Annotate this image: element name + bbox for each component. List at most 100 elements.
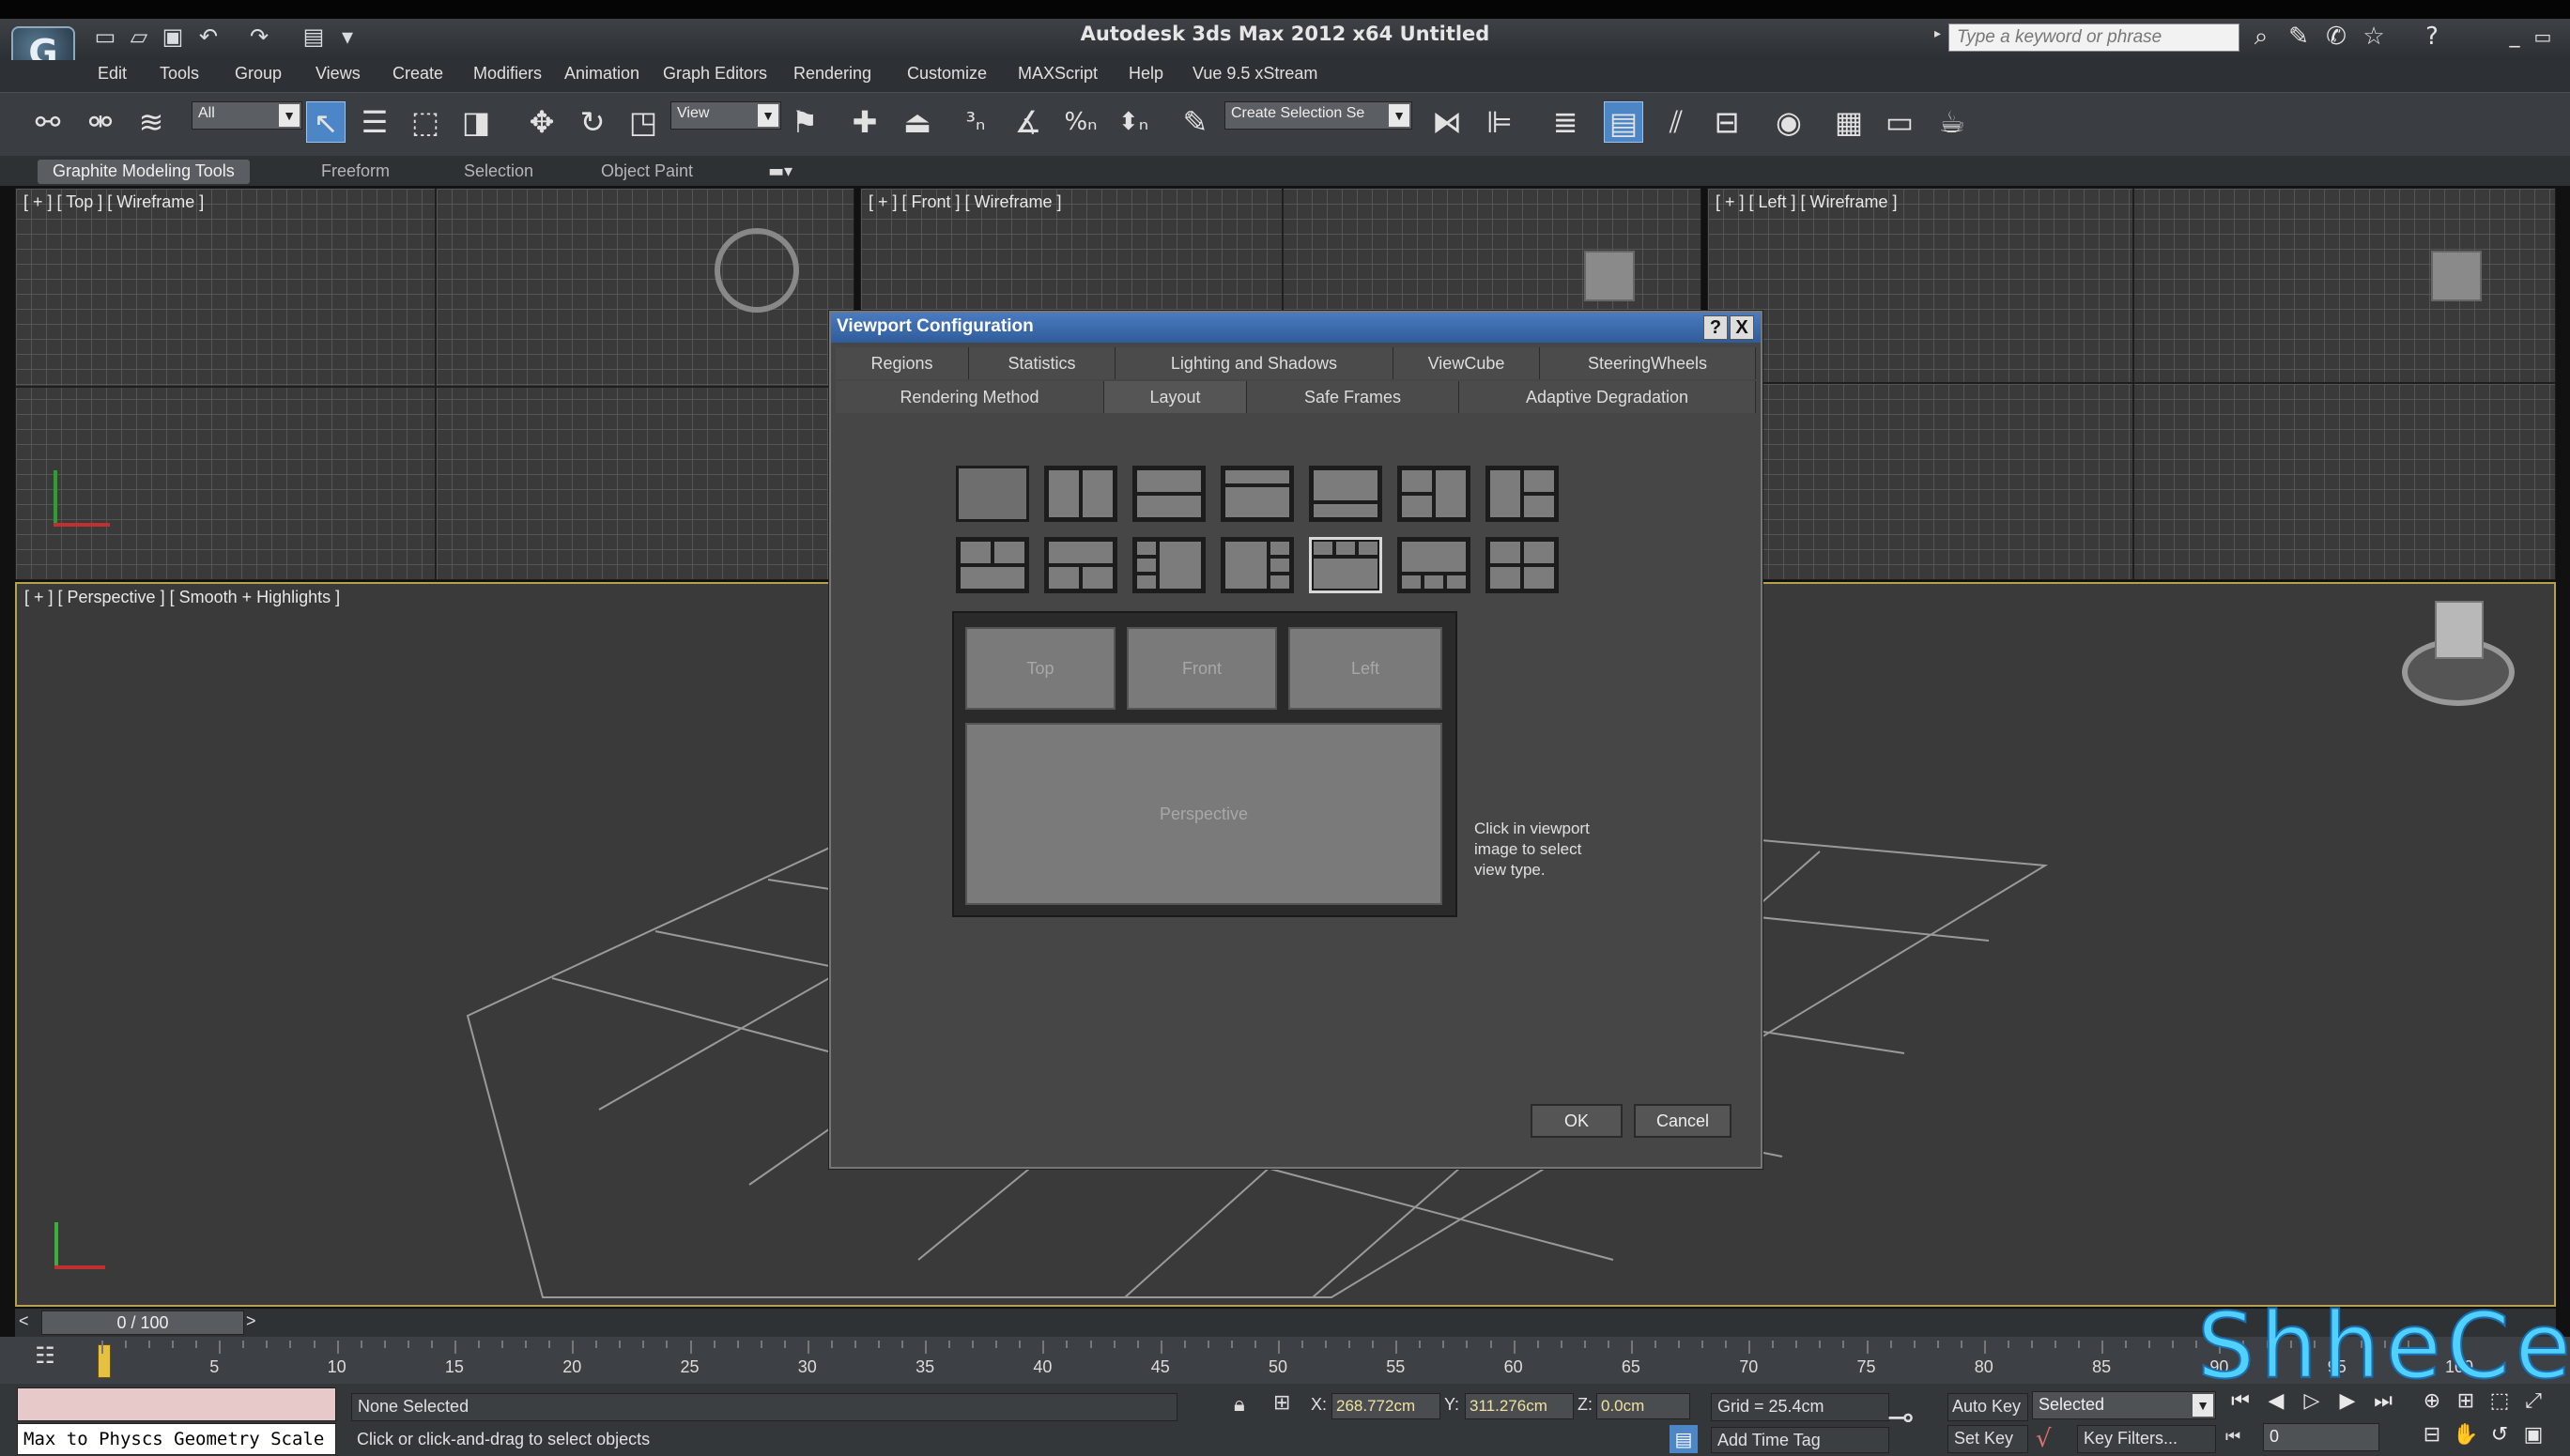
curve-editor-icon[interactable]: ⫽: [1656, 101, 1696, 143]
preview-pane-top[interactable]: Top: [965, 627, 1116, 710]
add-time-tag-button[interactable]: Add Time Tag: [1711, 1427, 1889, 1453]
communication-icon[interactable]: ✆: [2319, 23, 2353, 51]
layout-option[interactable]: [1221, 537, 1294, 593]
select-and-link-icon[interactable]: ⚯: [28, 101, 68, 143]
orbit-icon[interactable]: ↺: [2485, 1421, 2515, 1449]
absolute-mode-icon[interactable]: ⊞: [1273, 1391, 1301, 1418]
tab-rendering-method[interactable]: Rendering Method: [836, 381, 1104, 413]
layout-option[interactable]: [1397, 466, 1470, 522]
y-coordinate-field[interactable]: 311.276cm: [1465, 1393, 1574, 1419]
keyboard-shortcut-override-icon[interactable]: ⏏: [898, 101, 937, 143]
menu-group[interactable]: Group: [235, 64, 282, 84]
tab-lighting-and-shadows[interactable]: Lighting and Shadows: [1116, 347, 1393, 379]
restore-icon[interactable]: ▭: [2526, 23, 2560, 51]
layout-option-selected[interactable]: [1309, 537, 1382, 593]
layout-option[interactable]: [956, 537, 1029, 593]
menu-help[interactable]: Help: [1129, 64, 1163, 84]
tab-graphite-modeling-tools[interactable]: Graphite Modeling Tools: [38, 160, 250, 184]
search-expand-icon[interactable]: ▸: [1934, 26, 1941, 41]
menu-maxscript[interactable]: MAXScript: [1018, 64, 1098, 84]
search-input[interactable]: Type a keyword or phrase: [1948, 23, 2239, 52]
percent-snap-icon[interactable]: %ₙ: [1061, 101, 1100, 143]
preview-pane-left[interactable]: Left: [1288, 627, 1442, 710]
render-setup-icon[interactable]: ▦: [1829, 101, 1869, 143]
menu-tools[interactable]: Tools: [160, 64, 199, 84]
select-and-scale-icon[interactable]: ◳: [623, 101, 663, 143]
current-frame-field[interactable]: 0: [2263, 1423, 2379, 1451]
layout-option[interactable]: [1309, 466, 1382, 522]
tab-freeform[interactable]: Freeform: [306, 160, 405, 184]
rendered-frame-window-icon[interactable]: ▭: [1880, 101, 1919, 143]
viewport-label-front[interactable]: [ + ] [ Front ] [ Wireframe ]: [869, 192, 1062, 212]
layout-option[interactable]: [1044, 537, 1117, 593]
tab-safe-frames[interactable]: Safe Frames: [1247, 381, 1459, 413]
set-key-button[interactable]: Set Key: [1947, 1425, 2028, 1453]
key-mode-dropdown[interactable]: Selected ▼: [2032, 1391, 2216, 1419]
layout-option[interactable]: [1044, 466, 1117, 522]
ribbon-options-icon[interactable]: ▬▾: [768, 161, 793, 181]
viewcube-icon[interactable]: [2435, 601, 2484, 659]
tab-viewcube[interactable]: ViewCube: [1393, 347, 1540, 379]
viewcube-icon[interactable]: [2431, 251, 2482, 301]
viewport-top[interactable]: [ + ] [ Top ] [ Wireframe ]: [15, 188, 854, 580]
key-mode-toggle-icon[interactable]: ⏮︎: [2225, 1427, 2240, 1447]
preview-pane-perspective[interactable]: Perspective: [965, 723, 1442, 905]
menu-modifiers[interactable]: Modifiers: [473, 64, 542, 84]
material-editor-icon[interactable]: ◉: [1769, 101, 1808, 143]
select-and-rotate-icon[interactable]: ↻: [573, 101, 612, 143]
favorites-star-icon[interactable]: ☆: [2357, 23, 2391, 51]
viewcube-icon[interactable]: [715, 228, 799, 313]
select-object-icon[interactable]: ↖: [306, 101, 346, 143]
set-key-icon[interactable]: ⊸: [1887, 1399, 1934, 1436]
select-by-name-icon[interactable]: ☰: [355, 101, 394, 143]
default-in-out-tangent-icon[interactable]: √: [2036, 1425, 2052, 1453]
save-file-icon[interactable]: ▣: [160, 24, 186, 49]
menu-animation[interactable]: Animation: [564, 64, 639, 84]
mini-curve-editor-icon[interactable]: ☷: [28, 1342, 62, 1371]
new-file-icon[interactable]: ▭: [92, 24, 118, 49]
key-filters-button[interactable]: Key Filters...: [2077, 1425, 2216, 1453]
tab-object-paint[interactable]: Object Paint: [586, 160, 708, 184]
render-production-icon[interactable]: ☕: [1932, 101, 1972, 143]
undo-icon[interactable]: ↶: [195, 24, 222, 49]
tab-regions[interactable]: Regions: [836, 347, 969, 379]
subscription-icon[interactable]: ✎: [2282, 23, 2316, 51]
time-tag-icon[interactable]: ▤: [1670, 1425, 1698, 1453]
rectangular-selection-icon[interactable]: ⬚: [406, 101, 445, 143]
tab-layout[interactable]: Layout: [1104, 381, 1247, 413]
menu-vue-xstream[interactable]: Vue 9.5 xStream: [1193, 64, 1317, 84]
open-file-icon[interactable]: ▱: [126, 24, 152, 49]
named-selection-dropdown[interactable]: Create Selection Se ▼: [1224, 101, 1412, 130]
pivot-center-icon[interactable]: ⚑: [785, 101, 824, 143]
time-prev-button[interactable]: <: [19, 1311, 29, 1331]
viewport-label-top[interactable]: [ + ] [ Top ] [ Wireframe ]: [23, 192, 204, 212]
tab-selection[interactable]: Selection: [449, 160, 548, 184]
menu-customize[interactable]: Customize: [907, 64, 987, 84]
maximize-toggle-icon[interactable]: ▣: [2518, 1421, 2548, 1449]
angle-snap-icon[interactable]: ∡: [1008, 101, 1048, 143]
layout-option[interactable]: [1397, 537, 1470, 593]
mirror-icon[interactable]: ⧑: [1427, 101, 1467, 143]
field-of-view-icon[interactable]: ⊟: [2417, 1421, 2447, 1449]
x-coordinate-field[interactable]: 268.772cm: [1331, 1393, 1440, 1419]
layout-option[interactable]: [1221, 466, 1294, 522]
schematic-view-icon[interactable]: ⊟: [1707, 101, 1747, 143]
time-next-button[interactable]: >: [246, 1311, 256, 1331]
maxscript-listener-output[interactable]: [17, 1387, 336, 1421]
help-icon[interactable]: ?: [2415, 23, 2449, 51]
layout-option[interactable]: [956, 466, 1029, 522]
edit-named-selection-icon[interactable]: ✎: [1176, 101, 1215, 143]
dialog-title[interactable]: Viewport Configuration: [831, 313, 1761, 343]
pan-view-icon[interactable]: ✋: [2451, 1421, 2481, 1449]
selection-lock-icon[interactable]: 🔒︎: [1234, 1393, 1245, 1417]
select-and-move-icon[interactable]: ✥: [522, 101, 562, 143]
window-crossing-icon[interactable]: ◨: [456, 101, 496, 143]
bind-to-space-warp-icon[interactable]: ≋: [131, 101, 171, 143]
menu-create[interactable]: Create: [392, 64, 443, 84]
tab-steeringwheels[interactable]: SteeringWheels: [1540, 347, 1756, 379]
binoculars-icon[interactable]: ⌕: [2244, 23, 2278, 51]
quick-access-dropdown-icon[interactable]: ▾: [334, 24, 361, 49]
tab-adaptive-degradation[interactable]: Adaptive Degradation: [1459, 381, 1756, 413]
snaps-toggle-icon[interactable]: ³ₙ: [956, 101, 995, 143]
tab-statistics[interactable]: Statistics: [969, 347, 1116, 379]
